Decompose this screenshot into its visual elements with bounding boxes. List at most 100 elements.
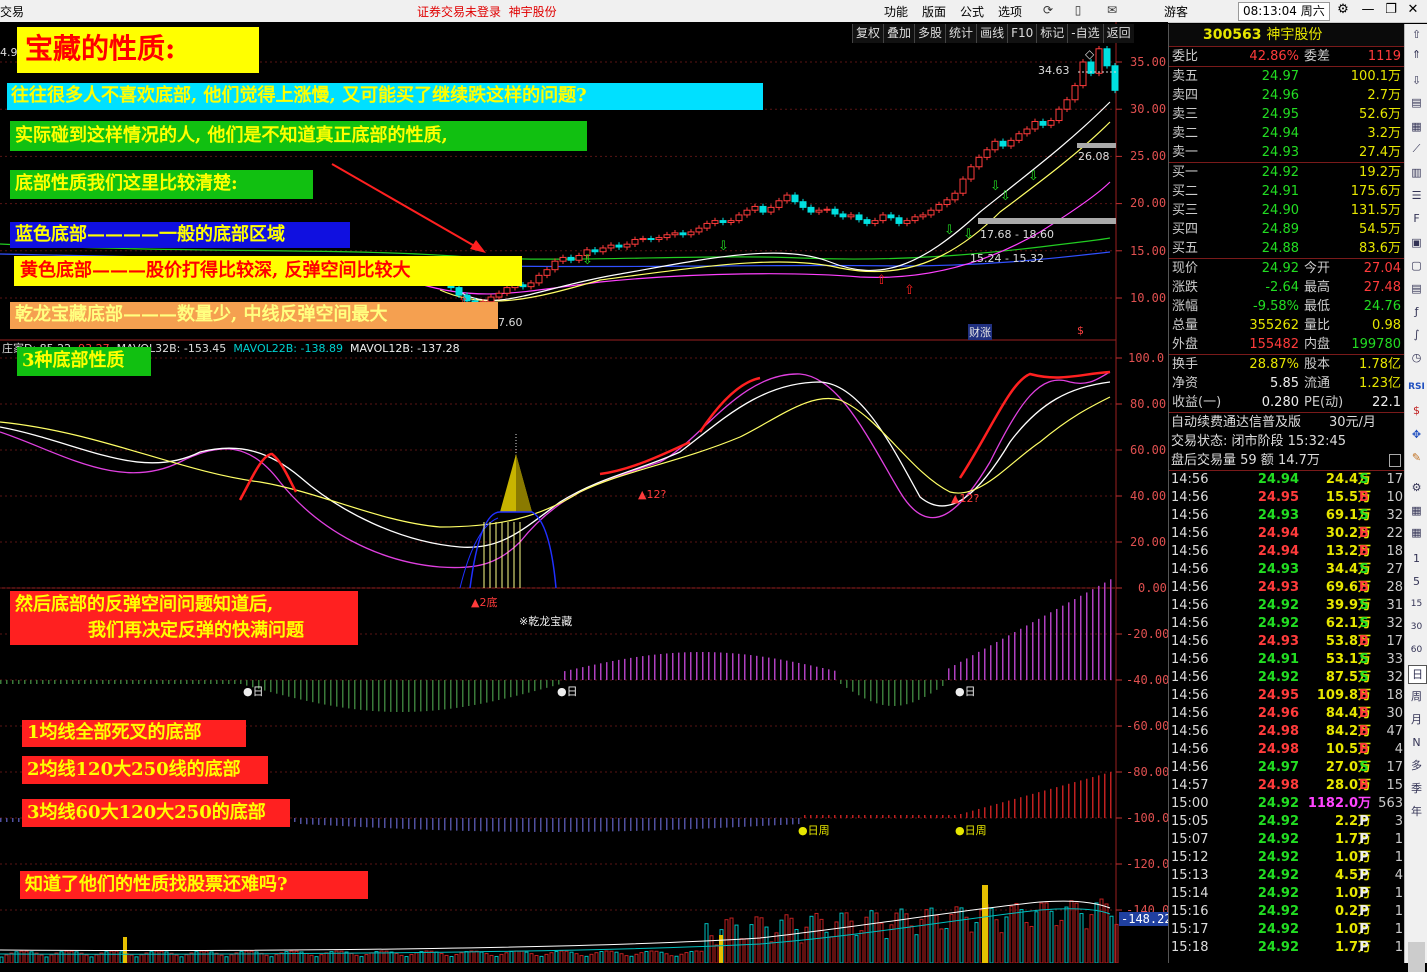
tick-list[interactable]: 14:56 24.94 24.4万 S 17 14:56 24.95 15.5万 B 10 14:5… [1169,471,1405,957]
grid-icon[interactable]: ▦ [1408,118,1425,135]
period-multi[interactable]: 多 [1408,757,1425,774]
stock-header[interactable]: 300563 神宇股份 [1169,24,1405,47]
refresh-icon[interactable]: ⟳ [1040,2,1056,18]
menu-function[interactable]: 功能 [884,3,908,20]
minimize-icon[interactable]: — [1360,2,1376,18]
mail-icon[interactable]: ✉ [1104,2,1120,18]
bid-row[interactable]: 买四 24.89 54.5万 [1169,220,1405,239]
tool-multi[interactable]: 多股 [914,24,946,43]
formula-icon[interactable]: ƒ [1408,303,1425,320]
stat-label: 股本 [1304,357,1331,372]
arrow-up-icon[interactable]: ⇑ [1408,46,1425,63]
restore-icon[interactable]: ❐ [1383,2,1399,18]
tick-count: 1 [1394,832,1403,847]
histogram-bar [1104,773,1106,818]
menu-options[interactable]: 选项 [998,3,1022,20]
histogram-bar [846,815,848,818]
tool-fuquan[interactable]: 复权 [852,24,884,43]
ask-row[interactable]: 卖一 24.93 27.4万 [1169,143,1405,162]
clock-icon[interactable]: ◷ [1408,349,1425,366]
bid-row[interactable]: 买二 24.91 175.6万 [1169,182,1405,201]
line-chart-icon[interactable]: ⟋ [1408,140,1425,157]
f10-icon[interactable]: F [1408,210,1425,227]
layers-icon[interactable]: ▤ [1408,280,1425,297]
histogram-bar [714,818,716,829]
histogram-bar [630,657,632,680]
panel-toggle-icon[interactable] [1389,454,1401,467]
ask-row[interactable]: 卖二 24.94 3.2万 [1169,124,1405,143]
stat-value: 355262 [1249,318,1299,333]
service-row[interactable]: 自动续费通达信普及版 30元/月 [1169,413,1405,432]
table-icon[interactable]: ▥ [1408,164,1425,181]
histogram-bar [966,658,968,680]
phone-icon[interactable]: ▯ [1070,2,1086,18]
dollar-icon[interactable]: $ [1077,324,1084,337]
bid-row[interactable]: 买五 24.88 83.6万 [1169,239,1405,258]
period-30[interactable]: 30 [1408,619,1425,636]
ask-row[interactable]: 卖五 24.97 100.1万 [1169,67,1405,86]
histogram-bar [132,680,134,684]
tool-draw[interactable]: 画线 [976,24,1008,43]
money-icon[interactable]: $ [1408,402,1425,419]
stat-value: -9.58% [1253,299,1299,314]
arrow-down-icon[interactable]: ⇩ [1408,72,1425,89]
period-year[interactable]: 年 [1408,803,1425,820]
candle-body [1047,120,1055,126]
period-week[interactable]: 周 [1408,688,1425,705]
histogram-bar [558,818,560,832]
histogram-bar [1044,615,1046,680]
ask-price: 24.94 [1261,126,1299,141]
gear-icon[interactable]: ⚙ [1408,479,1425,496]
stat-label: 换手 [1172,357,1199,372]
period-1[interactable]: 1 [1408,550,1425,567]
arrow-up-icon[interactable]: ⇧ [1408,26,1425,43]
period-month[interactable]: 月 [1408,711,1425,728]
tool-remove-watch[interactable]: -自选 [1067,24,1103,43]
tool-stats[interactable]: 统计 [945,24,977,43]
tool-mark[interactable]: 标记 [1036,24,1068,43]
histogram-bar [0,680,2,684]
scrollbar-thumb[interactable] [1408,942,1425,972]
sell-arrow-icon: ⇧ [904,283,915,298]
user-label[interactable]: 游客 [1164,3,1188,20]
period-day[interactable]: 日 [1408,665,1427,684]
histogram-bar [1104,582,1106,680]
menu-formula[interactable]: 公式 [960,3,984,20]
settings-icon[interactable]: ⚙ [1335,2,1351,18]
histogram-bar [936,680,938,690]
tool-f10[interactable]: F10 [1007,24,1037,43]
histogram-bar [354,818,356,827]
ind-axis-label: 0.00 [1138,581,1167,595]
grid-icon[interactable]: ▦ [1408,524,1425,541]
period-5[interactable]: 5 [1408,573,1425,590]
tool-overlay[interactable]: 叠加 [883,24,915,43]
ask-row[interactable]: 卖四 24.96 2.7万 [1169,86,1405,105]
histogram-bar [318,680,320,704]
histogram-bar [78,680,80,684]
bid-row[interactable]: 买一 24.92 19.2万 [1169,163,1405,182]
ask-row[interactable]: 卖三 24.95 52.6万 [1169,105,1405,124]
close-icon[interactable]: ✕ [1405,2,1421,18]
login-notice[interactable]: 证券交易未登录 神宇股份 [417,3,557,20]
fx-icon[interactable]: ∫ [1408,326,1425,343]
list-icon[interactable]: ☰ [1408,187,1425,204]
pencil-icon[interactable]: ✎ [1408,449,1425,466]
bid-row[interactable]: 买三 24.90 131.5万 [1169,201,1405,220]
period-15[interactable]: 15 [1408,596,1425,613]
layout-icon[interactable]: ▢ [1408,257,1425,274]
chart-icon[interactable]: ▤ [1408,94,1425,111]
period-quarter[interactable]: 季 [1408,780,1425,797]
caizhang-badge[interactable]: 财涨 [968,324,992,340]
rsi-icon[interactable]: RSI [1408,379,1425,396]
period-60[interactable]: 60 [1408,642,1425,659]
bars-icon[interactable]: ▦ [1408,502,1425,519]
menu-layout[interactable]: 版面 [922,3,946,20]
tool-back[interactable]: 返回 [1102,24,1134,43]
period-n[interactable]: N [1408,734,1425,751]
stat-value: -2.64 [1265,280,1299,295]
book-icon[interactable]: ▣ [1408,234,1425,251]
candle-body [679,232,687,236]
histogram-bar [630,818,632,832]
move-icon[interactable]: ✥ [1408,426,1425,443]
histogram-bar [486,680,488,703]
